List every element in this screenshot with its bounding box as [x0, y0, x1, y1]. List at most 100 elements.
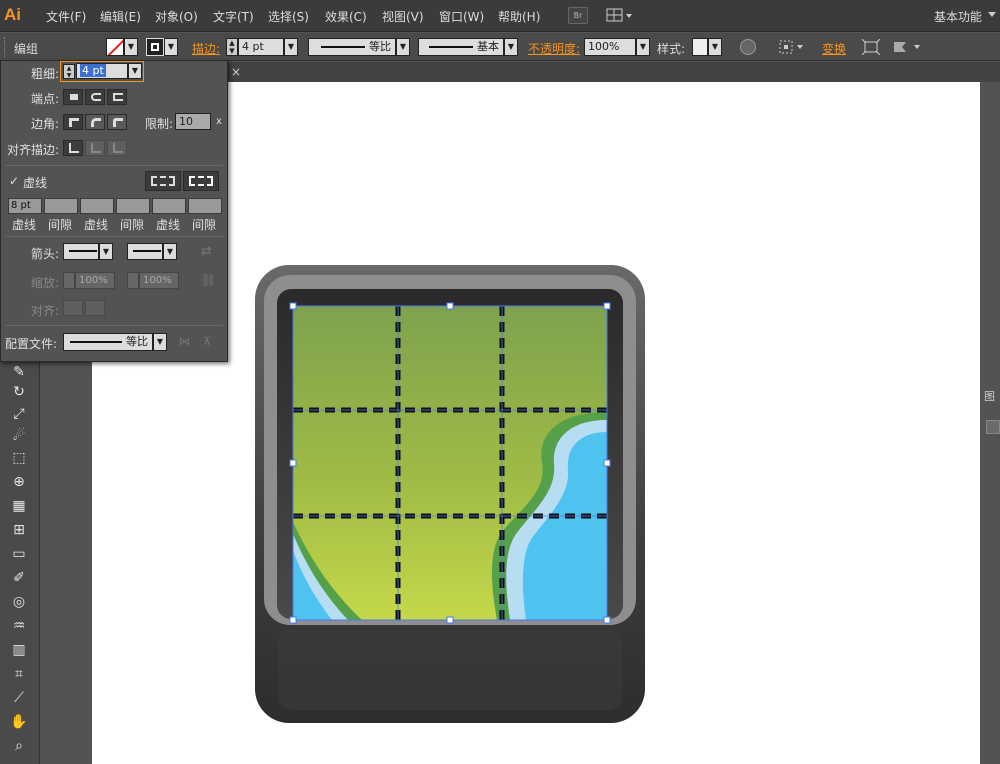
miter-join-icon[interactable] [63, 114, 83, 130]
workspace-switcher[interactable]: 基本功能 [934, 8, 982, 25]
flip-along-icon[interactable]: ⋈ [179, 335, 190, 348]
warp-tool-icon[interactable]: ☄ [8, 426, 30, 446]
workspace-chevron-down-icon[interactable] [988, 12, 996, 17]
opacity-panel-link[interactable]: 不透明度: [528, 40, 580, 57]
stroke-weight-stepper[interactable]: ▲ ▼ [226, 38, 238, 56]
free-transform-tool-icon[interactable]: ⬚ [8, 448, 30, 468]
align-outside-stroke-icon[interactable] [107, 140, 127, 156]
scale-1-input[interactable]: 100% [75, 272, 115, 289]
weight-label: 粗细: [31, 67, 60, 81]
gap-3-input[interactable] [188, 198, 222, 214]
end-arrowhead-select[interactable] [127, 243, 163, 260]
fill-dropdown[interactable]: ▼ [124, 38, 138, 56]
graphic-style-swatch[interactable] [692, 38, 708, 56]
menu-window[interactable]: 窗口(W) [439, 8, 484, 25]
dash-2-input[interactable] [80, 198, 114, 214]
weight-dropdown[interactable]: ▼ [128, 63, 142, 79]
start-arrowhead-dropdown[interactable]: ▼ [99, 243, 113, 260]
align-inside-stroke-icon[interactable] [85, 140, 105, 156]
opacity-dropdown[interactable]: ▼ [636, 38, 650, 56]
weight-input[interactable]: 4 pt [76, 63, 128, 79]
scale-2-input[interactable]: 100% [139, 272, 179, 289]
menu-select[interactable]: 选择(S) [268, 8, 309, 25]
symbol-sprayer-tool-icon[interactable]: ♒ [8, 616, 30, 636]
shape-builder-tool-icon[interactable]: ⊕ [8, 472, 30, 492]
bridge-button[interactable]: Br [568, 7, 588, 24]
menu-object[interactable]: 对象(O) [155, 8, 198, 25]
profile-label: 等比 [369, 40, 391, 53]
menu-edit[interactable]: 编辑(E) [100, 8, 141, 25]
dash-1-input[interactable]: 8 pt [8, 198, 42, 214]
arrowheads-label: 箭头: [31, 247, 60, 261]
menu-file[interactable]: 文件(F) [46, 8, 86, 25]
recolor-artwork-icon[interactable] [740, 39, 756, 55]
rotate-tool-icon[interactable]: ↻ [8, 382, 30, 402]
align-stroke-label: 对齐描边: [7, 143, 60, 157]
opacity-input[interactable]: 100% [584, 38, 636, 56]
dash-3-input[interactable] [152, 198, 186, 214]
gap-1-input[interactable] [44, 198, 78, 214]
column-graph-tool-icon[interactable]: ▥ [8, 640, 30, 660]
menu-help[interactable]: 帮助(H) [498, 8, 540, 25]
scale-2-stepper[interactable] [127, 272, 139, 289]
arrow-extend-icon[interactable] [63, 300, 83, 316]
stroke-color-dropdown[interactable]: ▼ [164, 38, 178, 56]
butt-cap-icon[interactable] [63, 89, 83, 105]
stroke-weight-input[interactable]: 4 pt [238, 38, 284, 56]
align-dash-to-corners-icon[interactable] [183, 171, 219, 191]
scale-1-stepper[interactable] [63, 272, 75, 289]
preserve-dash-icon[interactable] [145, 171, 181, 191]
link-scale-icon[interactable]: ⛓ [201, 273, 216, 287]
style-dropdown[interactable]: ▼ [708, 38, 722, 56]
zoom-tool-icon[interactable]: ⌕ [8, 736, 30, 756]
mesh-tool-icon[interactable]: ⊞ [8, 520, 30, 540]
puppet-warp-options-icon[interactable] [892, 39, 924, 55]
projecting-cap-icon[interactable] [107, 89, 127, 105]
align-center-stroke-icon[interactable] [63, 140, 83, 156]
menu-type[interactable]: 文字(T) [213, 8, 254, 25]
align-options-button[interactable] [778, 39, 806, 55]
transform-panel-link[interactable]: 变换 [822, 40, 846, 57]
start-arrowhead-select[interactable] [63, 243, 99, 260]
close-tab-icon[interactable]: × [228, 64, 244, 80]
arrow-place-icon[interactable] [85, 300, 105, 316]
weight-stepper[interactable]: ▲ ▼ [63, 64, 75, 79]
scale-tool-icon[interactable]: ⤢ [8, 404, 30, 424]
stroke-swatch[interactable] [146, 38, 164, 56]
arrange-documents-button[interactable] [606, 7, 634, 24]
slice-tool-icon[interactable]: ⟋ [8, 688, 30, 708]
eraser-tool-icon[interactable]: ✎ [8, 362, 30, 382]
profile-select-dropdown[interactable]: ▼ [153, 333, 167, 351]
blend-tool-icon[interactable]: ◎ [8, 592, 30, 612]
control-bar: 编组 ▼ ▼ 描边: ▲ ▼ 4 pt ▼ 等比 ▼ 基本 ▼ 不透明度: 100… [0, 33, 1000, 61]
end-arrowhead-dropdown[interactable]: ▼ [163, 243, 177, 260]
bevel-join-icon[interactable] [107, 114, 127, 130]
menu-view[interactable]: 视图(V) [382, 8, 424, 25]
gradient-tool-icon[interactable]: ▭ [8, 544, 30, 564]
variable-width-profile[interactable]: 等比 [308, 38, 396, 56]
layers-panel-collapsed[interactable]: 图 [980, 384, 1000, 764]
brush-dropdown[interactable]: ▼ [504, 38, 518, 56]
perspective-grid-tool-icon[interactable]: ▦ [8, 496, 30, 516]
eyedropper-tool-icon[interactable]: ✐ [8, 568, 30, 588]
hand-tool-icon[interactable]: ✋ [8, 712, 30, 732]
menu-effect[interactable]: 效果(C) [325, 8, 367, 25]
dashed-label: 虚线 [23, 176, 48, 190]
profile-select[interactable]: 等比 [63, 333, 153, 351]
artboard-tool-icon[interactable]: ⌗ [8, 664, 30, 684]
round-cap-icon[interactable] [85, 89, 105, 105]
gap-2-input[interactable] [116, 198, 150, 214]
round-join-icon[interactable] [85, 114, 105, 130]
brush-definition[interactable]: 基本 [418, 38, 504, 56]
isolate-group-icon[interactable] [861, 38, 881, 56]
map-screen [293, 306, 607, 620]
stroke-panel-link[interactable]: 描边: [192, 40, 220, 57]
visibility-eye-icon[interactable] [986, 420, 1000, 434]
swap-arrowheads-icon[interactable]: ⇄ [201, 244, 212, 259]
flip-across-icon[interactable]: ⊼ [203, 335, 211, 348]
miter-limit-input[interactable]: 10 [175, 113, 211, 130]
profile-dropdown[interactable]: ▼ [396, 38, 410, 56]
stroke-weight-dropdown[interactable]: ▼ [284, 38, 298, 56]
dashed-checkbox[interactable]: ✓ [9, 174, 19, 188]
fill-swatch-none[interactable] [106, 38, 124, 56]
